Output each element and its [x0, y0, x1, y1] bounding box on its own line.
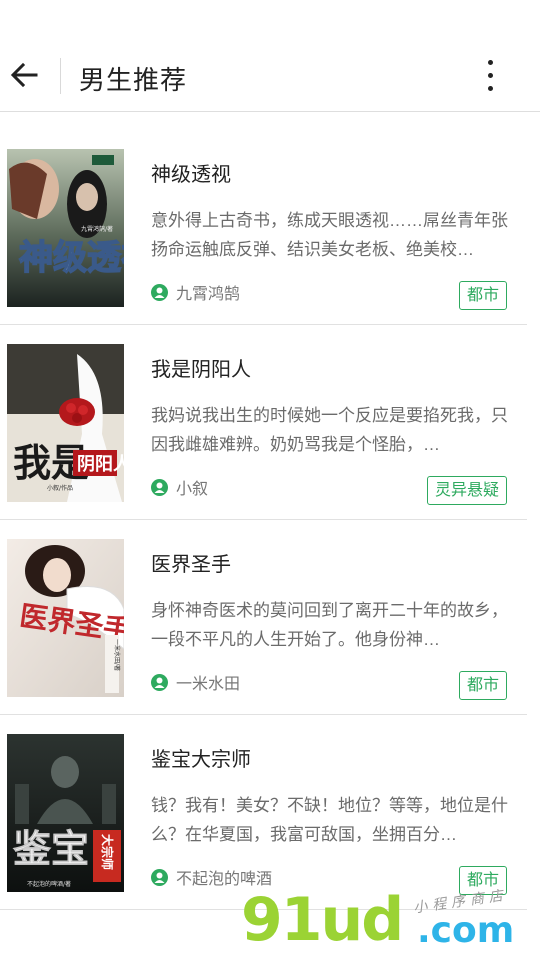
category-tag[interactable]: 都市	[458, 866, 507, 895]
back-button[interactable]	[8, 58, 42, 92]
book-cover[interactable]: 神级透视 九霄鸿鹄/著	[7, 149, 124, 307]
user-icon	[151, 673, 168, 691]
arrow-left-icon	[10, 62, 38, 88]
cover-title-text: 鉴宝	[13, 826, 89, 871]
category-tag[interactable]: 都市	[458, 671, 507, 700]
book-title[interactable]: 鉴宝大宗师	[151, 743, 251, 772]
page-title: 男生推荐	[79, 65, 188, 95]
svg-text:一米水田/著: 一米水田/著	[113, 639, 121, 671]
svg-text:不起泡的啤酒/著: 不起泡的啤酒/著	[27, 880, 71, 888]
list-item[interactable]: 鉴宝 大宗师 不起泡的啤酒/著 鉴宝大宗师 钱？我有！美女？不缺！地位？等等，地…	[0, 715, 527, 910]
cover-image: 神级透视 九霄鸿鹄/著	[7, 149, 124, 307]
book-cover[interactable]: 鉴宝 大宗师 不起泡的啤酒/著	[7, 734, 124, 892]
book-cover[interactable]: 医界圣手 一米水田/著	[7, 539, 124, 697]
user-icon	[151, 283, 168, 301]
list-item[interactable]: 医界圣手 一米水田/著 医界圣手 身怀神奇医术的莫问回到了离开二十年的故乡，一段…	[0, 520, 527, 715]
svg-text:九霄鸿鹄/著: 九霄鸿鹄/著	[81, 225, 113, 233]
book-description: 钱？我有！美女？不缺！地位？等等，地位是什么？在华夏国，我富可敌国，坐拥百分…	[151, 796, 508, 844]
app-header: 男生推荐	[0, 0, 540, 112]
book-cover[interactable]: 我是 阴阳人 小叙/作品	[7, 344, 124, 502]
header-divider	[60, 58, 61, 94]
book-title[interactable]: 医界圣手	[151, 548, 231, 577]
author-name: 九霄鸿鹄	[176, 286, 241, 303]
list-item[interactable]: 神级透视 九霄鸿鹄/著 神级透视 意外得上古奇书，练成天眼透视……屌丝青年张扬命…	[0, 130, 527, 325]
watermark-domain-text: .com	[417, 910, 515, 951]
user-icon	[151, 868, 168, 886]
more-vertical-icon	[488, 60, 493, 65]
more-options-button[interactable]	[476, 58, 504, 94]
book-title[interactable]: 我是阴阳人	[151, 353, 251, 382]
book-author: 不起泡的啤酒	[151, 866, 272, 888]
cover-image: 我是 阴阳人 小叙/作品	[7, 344, 124, 502]
cover-title-text: 神级透视	[19, 238, 124, 278]
author-name: 不起泡的啤酒	[176, 871, 273, 888]
user-icon	[151, 478, 168, 496]
book-title[interactable]: 神级透视	[151, 158, 231, 187]
svg-text:阴阳人: 阴阳人	[77, 454, 124, 475]
book-author: 小叙	[151, 476, 208, 498]
book-description: 意外得上古奇书，练成天眼透视……屌丝青年张扬命运触底反弹、结识美女老板、绝美校…	[151, 211, 508, 259]
cover-image: 鉴宝 大宗师 不起泡的啤酒/著	[7, 734, 124, 892]
book-description: 我妈说我出生的时候她一个反应是要掐死我，只因我雌雄难辨。奶奶骂我是个怪胎，…	[151, 406, 508, 454]
category-tag[interactable]: 灵异悬疑	[426, 476, 507, 505]
list-item[interactable]: 我是 阴阳人 小叙/作品 我是阴阳人 我妈说我出生的时候她一个反应是要掐死我，只…	[0, 325, 527, 520]
svg-text:大宗师: 大宗师	[100, 834, 115, 870]
author-name: 一米水田	[176, 676, 241, 693]
category-tag[interactable]: 都市	[458, 281, 507, 310]
cover-image: 医界圣手 一米水田/著	[7, 539, 124, 697]
book-description: 身怀神奇医术的莫问回到了离开二十年的故乡，一段不平凡的人生开始了。他身份神…	[151, 601, 508, 649]
book-author: 九霄鸿鹄	[151, 281, 240, 303]
svg-text:小叙/作品: 小叙/作品	[47, 484, 73, 492]
author-name: 小叙	[176, 481, 209, 498]
book-author: 一米水田	[151, 671, 240, 693]
